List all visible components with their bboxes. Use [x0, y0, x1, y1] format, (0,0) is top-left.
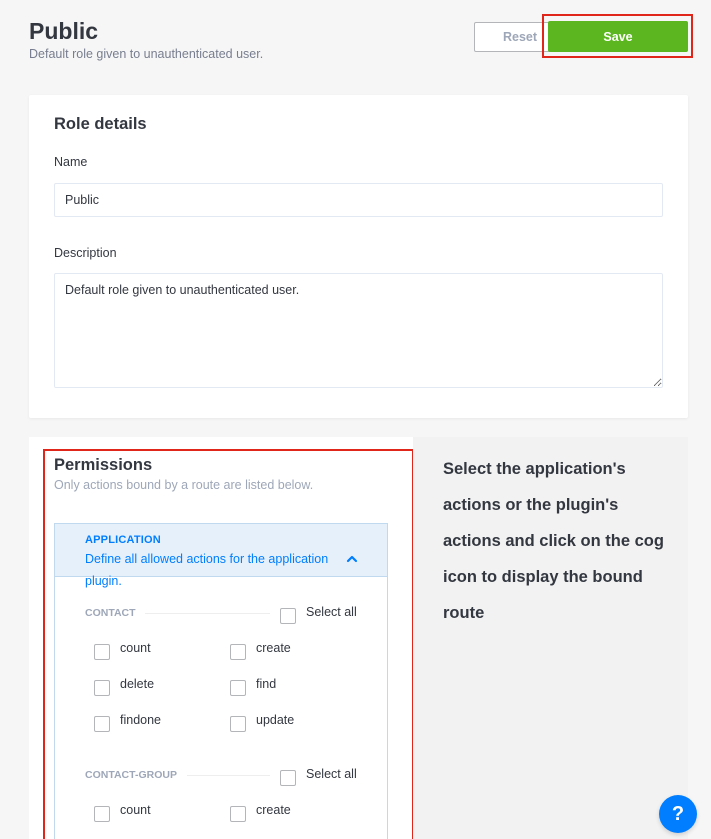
bound-route-panel: Select the application's actions or the …: [413, 437, 688, 839]
role-details-title: Role details: [54, 115, 147, 133]
description-textarea[interactable]: Default role given to unauthenticated us…: [54, 273, 663, 388]
save-button[interactable]: Save: [548, 21, 688, 52]
name-input[interactable]: [54, 183, 663, 217]
name-label: Name: [54, 155, 88, 169]
page-title: Public: [29, 18, 99, 44]
help-button[interactable]: ?: [659, 795, 697, 833]
page-subtitle: Default role given to unauthenticated us…: [29, 47, 264, 61]
bound-route-hint: Select the application's actions or the …: [443, 460, 664, 622]
role-details-card: Role details Name Description Default ro…: [29, 95, 688, 418]
description-label: Description: [54, 246, 117, 260]
page-header: Public Default role given to unauthentic…: [29, 14, 699, 76]
permissions-highlight-box: [43, 449, 414, 839]
